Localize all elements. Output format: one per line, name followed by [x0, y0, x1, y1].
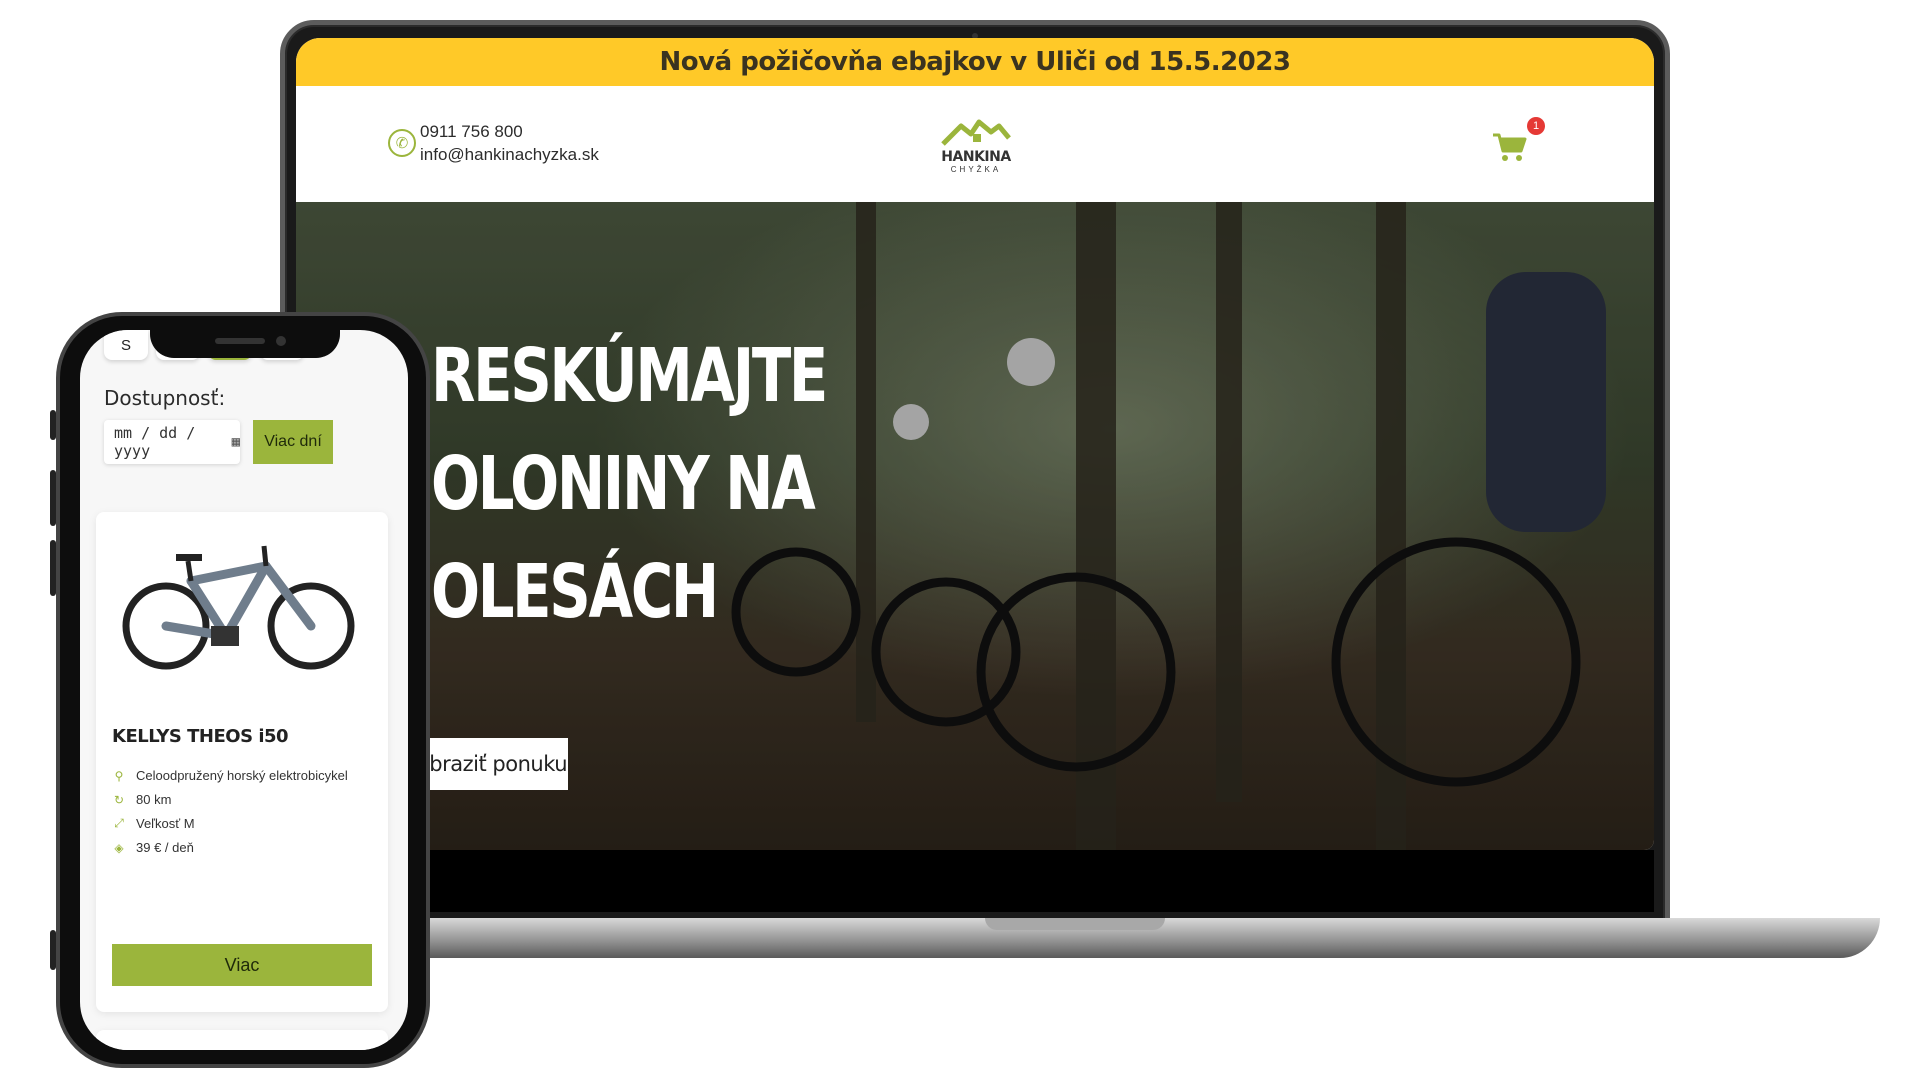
- contact-block: ✆ 0911 756 800 info@hankinachyzka.sk: [388, 120, 599, 166]
- phone-side-button: [50, 930, 56, 970]
- email-link[interactable]: info@hankinachyzka.sk: [420, 143, 599, 166]
- spec-text: Veľkosť M: [136, 816, 195, 831]
- show-offer-button[interactable]: obraziť ponuku: [416, 738, 568, 790]
- product-name: KELLYS THEOS i50: [112, 726, 289, 747]
- range-icon: ↻: [113, 792, 125, 807]
- bicycle-icon: ⚲: [114, 768, 124, 783]
- phone-speaker: [215, 338, 265, 344]
- laptop-bottom-bezel: [296, 850, 1654, 912]
- phone-screen: S Dostupnosť: mm / dd / yyyy ▦ Viac dní: [80, 330, 408, 1050]
- spec-text: Celoodpružený horský elektrobicykel: [136, 768, 348, 783]
- size-icon: ⤢: [114, 816, 124, 830]
- spec-row: ◈ 39 € / deň: [112, 840, 194, 855]
- more-button[interactable]: Viac: [112, 944, 372, 986]
- spec-row: ⚲ Celoodpružený horský elektrobicykel: [112, 768, 348, 783]
- spec-text: 80 km: [136, 792, 172, 807]
- spec-text: 39 € / deň: [136, 840, 194, 855]
- laptop-screen: Nová požičovňa ebajkov v Uliči od 15.5.2…: [296, 38, 1654, 850]
- product-card: KELLYS THEOS i50 ⚲ Celoodpružený horský …: [96, 512, 388, 1012]
- phone-side-button: [50, 410, 56, 440]
- availability-label: Dostupnosť:: [104, 386, 226, 410]
- more-days-button[interactable]: Viac dní: [253, 420, 333, 464]
- price-tag-icon: ◈: [114, 840, 124, 855]
- cart-count-badge: 1: [1527, 117, 1545, 135]
- hero-title-line: OLONINY NA: [431, 441, 816, 527]
- ebike-image: [122, 545, 355, 670]
- date-placeholder: mm / dd / yyyy: [114, 424, 196, 460]
- product-card-next: [96, 1030, 388, 1050]
- logo-name: HANKINA: [941, 149, 1011, 165]
- mountain-house-icon: [941, 119, 1011, 146]
- hero-title-line: OLESÁCH: [431, 549, 719, 635]
- announcement-bar: Nová požičovňa ebajkov v Uliči od 15.5.2…: [296, 38, 1654, 86]
- phone-side-button: [50, 470, 56, 526]
- hero-title: RESKÚMAJTE OLONINY NA OLESÁCH: [431, 322, 837, 646]
- phone-notch: [150, 318, 340, 358]
- calendar-icon[interactable]: ▦: [232, 434, 240, 450]
- spec-row: ↻ 80 km: [112, 792, 171, 807]
- site-logo[interactable]: HANKINA CHYŽKA: [936, 118, 1016, 174]
- phone-number-link[interactable]: 0911 756 800: [420, 120, 599, 143]
- phone-camera: [276, 336, 286, 346]
- hero-title-line: RESKÚMAJTE: [431, 333, 828, 419]
- cart-button[interactable]: 1: [1491, 117, 1545, 168]
- hero-banner: RESKÚMAJTE OLONINY NA OLESÁCH obraziť po…: [296, 202, 1654, 850]
- date-input[interactable]: mm / dd / yyyy ▦: [104, 420, 240, 464]
- size-option[interactable]: S: [104, 330, 148, 360]
- spec-row: ⤢ Veľkosť M: [112, 816, 195, 831]
- laptop-hinge-notch: [985, 918, 1165, 930]
- cart-icon: [1493, 133, 1527, 161]
- phone-side-button: [50, 540, 56, 596]
- site-header: ✆ 0911 756 800 info@hankinachyzka.sk HAN…: [296, 86, 1654, 202]
- logo-subtitle: CHYŽKA: [950, 165, 1002, 174]
- phone-icon: ✆: [388, 129, 416, 157]
